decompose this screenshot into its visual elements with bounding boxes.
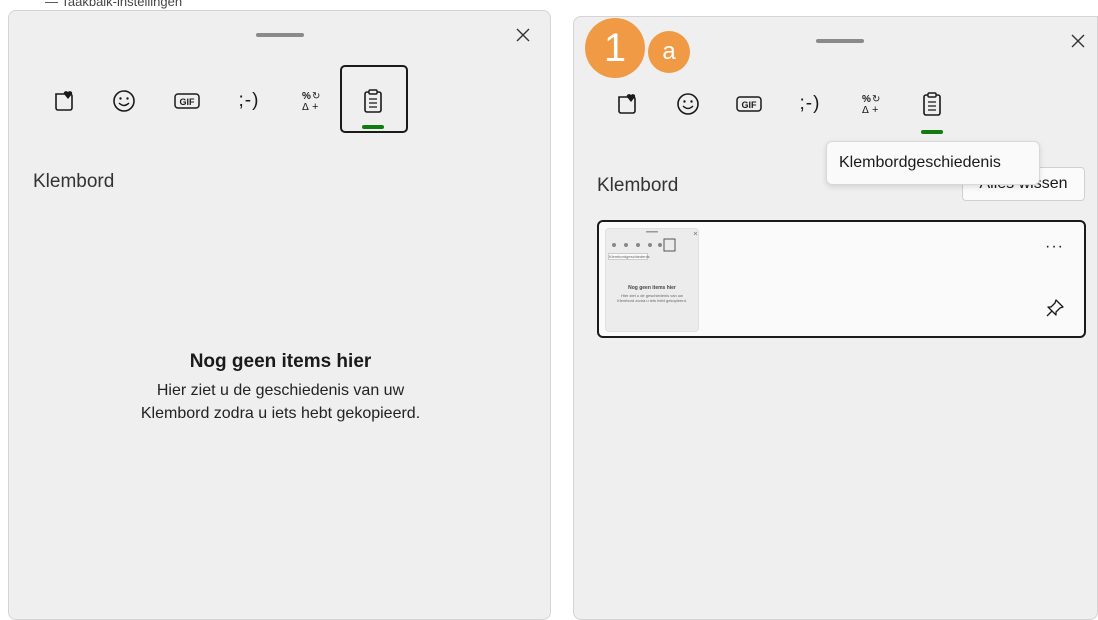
tab-favorites[interactable] — [44, 81, 84, 121]
clipboard-icon — [364, 89, 382, 113]
svg-text:%: % — [302, 91, 311, 102]
tooltip: Klembordgeschiedenis — [826, 141, 1040, 185]
svg-text:+: + — [312, 101, 318, 113]
svg-text:+: + — [872, 104, 878, 116]
active-tab-indicator — [921, 130, 943, 134]
kaomoji-icon: ;-) — [799, 93, 821, 114]
close-button[interactable] — [1066, 29, 1090, 53]
emoji-heart-icon — [618, 94, 636, 114]
close-button[interactable] — [511, 23, 535, 47]
tab-symbols[interactable]: % ↻ Δ + — [851, 84, 891, 124]
step-badge-number: 1 — [585, 18, 645, 78]
svg-text:Δ: Δ — [302, 102, 309, 113]
more-options-button[interactable]: ··· — [1045, 238, 1064, 256]
drag-handle[interactable] — [256, 33, 304, 37]
clipped-background-text: — Taakbalk-instellingen — [45, 0, 365, 10]
tab-gif[interactable]: GIF — [167, 81, 207, 121]
tab-gif[interactable]: GIF — [729, 84, 769, 124]
svg-text:GIF: GIF — [742, 100, 758, 110]
kaomoji-icon: ;-) — [238, 90, 260, 111]
active-tab-indicator — [362, 125, 384, 129]
step-badge-letter: a — [648, 31, 690, 73]
tab-kaomoji[interactable]: ;-) — [229, 81, 269, 121]
tab-emoji[interactable] — [668, 84, 708, 124]
emoji-panel-right: GIF ;-) % ↻ Δ + Klembord Alles wissen Kl… — [573, 16, 1098, 620]
drag-handle[interactable] — [816, 39, 864, 43]
tab-emoji[interactable] — [104, 81, 144, 121]
tab-symbols[interactable]: % ↻ Δ + — [291, 81, 331, 121]
tab-clipboard[interactable] — [353, 81, 393, 121]
section-title: Klembord — [33, 171, 115, 192]
empty-state-line-1: Hier ziet u de geschiedenis van uw — [156, 382, 405, 399]
thumbnail-tooltip: Klembordgeschiedenis — [608, 253, 650, 260]
thumbnail-title: Nog geen items hier — [628, 285, 676, 291]
smiley-icon — [113, 90, 135, 112]
symbols-icon: % ↻ Δ + — [302, 91, 320, 113]
clipboard-item[interactable]: Klembordgeschiedenis Nog geen items hier… — [597, 220, 1086, 338]
section-title: Klembord — [597, 175, 679, 196]
emoji-panel-left: GIF ;-) % ↻ Δ + Klembord Nog geen items … — [8, 10, 551, 620]
clipboard-icon — [923, 92, 941, 116]
pin-button[interactable] — [1045, 298, 1065, 323]
svg-text:GIF: GIF — [180, 97, 196, 107]
svg-text:%: % — [862, 94, 871, 105]
clipboard-item-thumbnail: Klembordgeschiedenis Nog geen items hier… — [605, 228, 699, 332]
tab-kaomoji[interactable]: ;-) — [790, 84, 830, 124]
svg-text:Δ: Δ — [862, 105, 869, 116]
close-icon — [1071, 34, 1085, 48]
empty-state-line-2: Klembord zodra u iets hebt gekopieerd. — [140, 405, 421, 422]
tab-favorites[interactable] — [607, 84, 647, 124]
emoji-heart-icon — [55, 91, 73, 111]
pin-icon — [1046, 299, 1064, 317]
gif-icon: GIF — [174, 93, 200, 109]
smiley-icon — [677, 93, 699, 115]
tab-clipboard[interactable] — [912, 84, 952, 124]
empty-state-title: Nog geen items hier — [189, 351, 372, 372]
thumbnail-line-2: Klembord zodra u iets hebt gekopieerd. — [617, 298, 687, 303]
gif-icon: GIF — [736, 96, 762, 112]
symbols-icon: % ↻ Δ + — [862, 94, 880, 116]
clipped-text: — Taakbalk-instellingen — [45, 0, 183, 9]
close-icon — [516, 28, 530, 42]
